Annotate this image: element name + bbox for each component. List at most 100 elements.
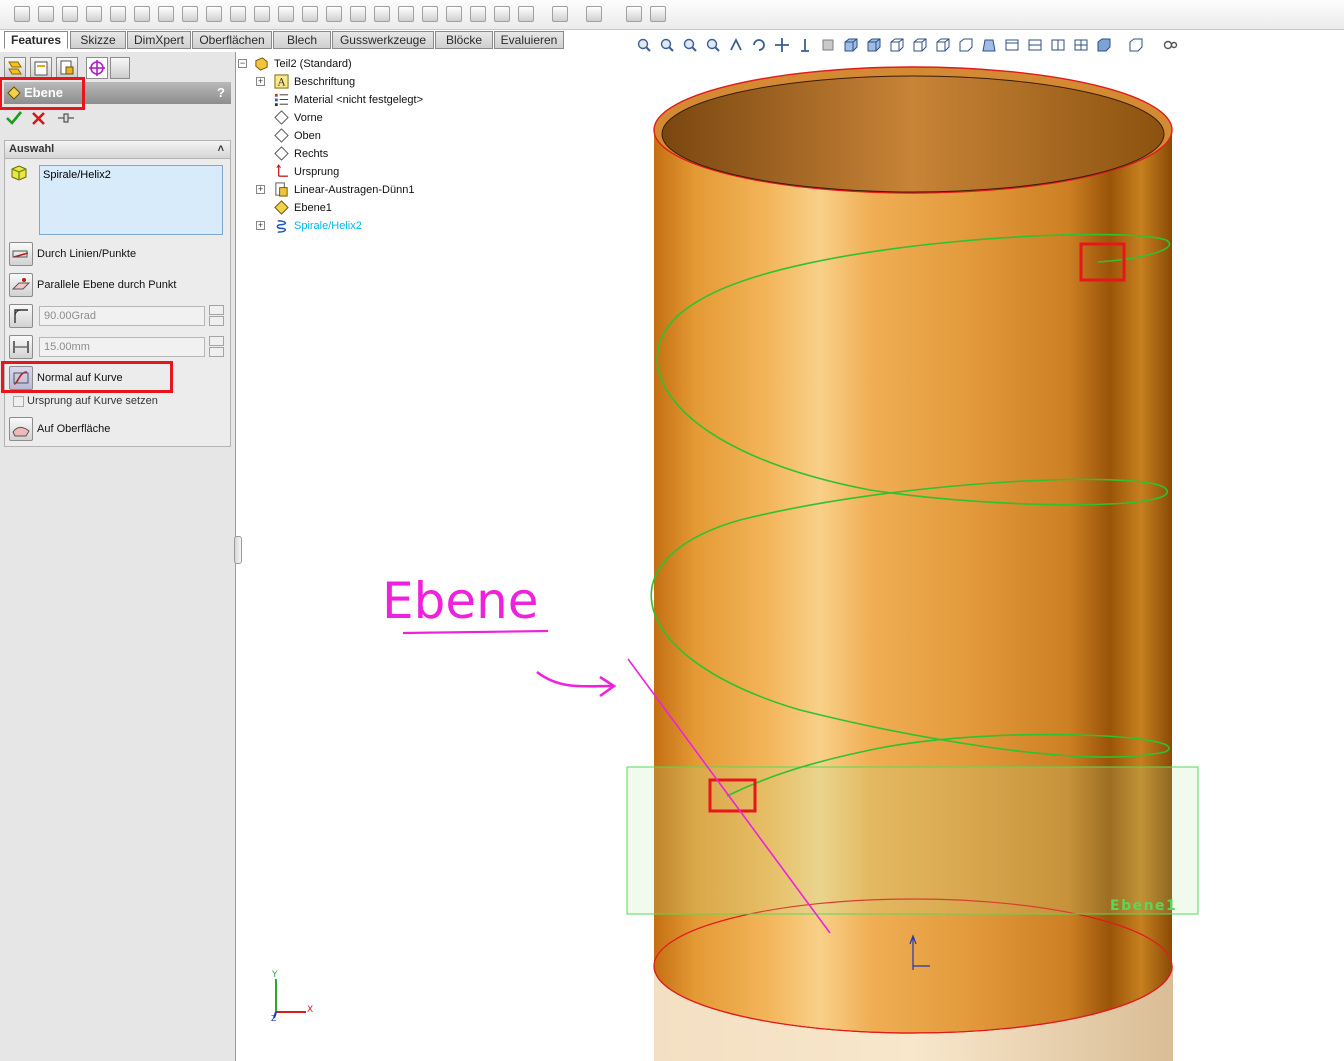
boundary-cut-icon[interactable] xyxy=(254,6,270,22)
property-manager-tab[interactable] xyxy=(30,57,52,79)
tree-item-oben[interactable]: Oben xyxy=(236,127,616,145)
angle-input[interactable]: 90.00Grad xyxy=(39,306,205,326)
two-view-vertical-icon[interactable] xyxy=(1050,37,1066,53)
tab-features[interactable]: Features xyxy=(4,31,68,49)
feature-manager-tab[interactable] xyxy=(4,57,26,79)
boundary-icon[interactable] xyxy=(110,6,126,22)
tab-blech[interactable]: Blech xyxy=(273,31,331,49)
tab-skizze[interactable]: Skizze xyxy=(70,31,126,49)
option-parallel-plane[interactable]: Parallele Ebene durch Punkt xyxy=(9,273,229,299)
tree-item-ursprung[interactable]: Ursprung xyxy=(236,163,616,181)
single-view-icon[interactable] xyxy=(1004,37,1020,53)
tree-item-rechts[interactable]: Rechts xyxy=(236,145,616,163)
tree-item-vorne[interactable]: Vorne xyxy=(236,109,616,127)
two-view-horizontal-icon[interactable] xyxy=(1027,37,1043,53)
tree-item-material[interactable]: Material <nicht festgelegt> xyxy=(236,91,616,109)
rotate-view-icon[interactable] xyxy=(751,37,767,53)
wrap-icon[interactable] xyxy=(470,6,486,22)
tree-item-spirale-helix2[interactable]: + Spirale/Helix2 xyxy=(236,217,616,235)
draft-quality-icon[interactable] xyxy=(958,37,974,53)
instant3d-icon[interactable] xyxy=(626,6,642,22)
intersect-icon[interactable] xyxy=(518,6,534,22)
linear-pattern-icon[interactable] xyxy=(326,6,342,22)
revolve-boss-icon[interactable] xyxy=(38,6,54,22)
cancel-x-icon[interactable] xyxy=(31,111,46,126)
draft-icon[interactable] xyxy=(422,6,438,22)
extrude-cut-icon[interactable] xyxy=(134,6,150,22)
tree-expand[interactable]: + xyxy=(256,77,265,86)
zoom-in-out-icon[interactable] xyxy=(682,37,698,53)
collapse-chevron-icon[interactable]: ˄ xyxy=(218,141,224,158)
tree-root[interactable]: − Teil2 (Standard) xyxy=(236,55,616,73)
distance-input[interactable]: 15.00mm xyxy=(39,337,205,357)
shell-icon[interactable] xyxy=(446,6,462,22)
cylinder-top-opening[interactable] xyxy=(653,66,1173,194)
sweep-icon[interactable] xyxy=(62,6,78,22)
view-orientation-icon[interactable] xyxy=(820,37,836,53)
pan-icon[interactable] xyxy=(774,37,790,53)
distance-spin-down[interactable] xyxy=(209,347,224,357)
configuration-manager-tab[interactable] xyxy=(56,57,78,79)
rib-icon[interactable] xyxy=(398,6,414,22)
angle-spin-down[interactable] xyxy=(209,316,224,326)
tab-bloecke[interactable]: Blöcke xyxy=(435,31,493,49)
tree-item-ebene1[interactable]: Ebene1 xyxy=(236,199,616,217)
perspective-icon[interactable] xyxy=(981,37,997,53)
hole-wizard-icon[interactable] xyxy=(158,6,174,22)
tab-gusswerkzeuge[interactable]: Gusswerkzeuge xyxy=(332,31,434,49)
tree-expand[interactable]: + xyxy=(256,185,265,194)
panel-collapse-handle[interactable] xyxy=(234,536,242,564)
circular-pattern-icon[interactable] xyxy=(350,6,366,22)
angle-button[interactable] xyxy=(9,304,33,328)
angle-spin-up[interactable] xyxy=(209,305,224,315)
pin-icon[interactable] xyxy=(56,110,76,126)
display-style-icon[interactable] xyxy=(1096,37,1112,53)
distance-spin-up[interactable] xyxy=(209,336,224,346)
option-through-lines-points[interactable]: Durch Linien/Punkte xyxy=(9,242,229,268)
hide-show-items-icon[interactable] xyxy=(1128,37,1144,53)
tree-item-beschriftung[interactable]: + A Beschriftung xyxy=(236,73,616,91)
zoom-selection-icon[interactable] xyxy=(705,37,721,53)
zoom-to-fit-icon[interactable] xyxy=(636,37,652,53)
chamfer-icon[interactable] xyxy=(302,6,318,22)
curves-icon[interactable] xyxy=(586,6,602,22)
four-view-icon[interactable] xyxy=(1073,37,1089,53)
through-lines-points-button[interactable] xyxy=(9,242,33,266)
dome-icon[interactable] xyxy=(494,6,510,22)
selection-list-box[interactable]: Spirale/Helix2 xyxy=(39,165,223,235)
tab-oberflaechen[interactable]: Oberflächen xyxy=(192,31,272,49)
tab-dimxpert[interactable]: DimXpert xyxy=(127,31,191,49)
fillet-icon[interactable] xyxy=(278,6,294,22)
option-on-surface[interactable]: Auf Oberfläche xyxy=(9,417,229,443)
option-angle[interactable]: 90.00Grad xyxy=(9,304,229,330)
tree-root-collapse[interactable]: − xyxy=(238,59,247,68)
origin-on-curve-checkbox[interactable] xyxy=(13,396,24,407)
extrude-boss-icon[interactable] xyxy=(14,6,30,22)
swept-cut-icon[interactable] xyxy=(206,6,222,22)
tree-expand[interactable]: + xyxy=(256,221,265,230)
tab-evaluieren[interactable]: Evaluieren xyxy=(494,31,564,49)
mirror-icon[interactable] xyxy=(374,6,390,22)
tree-item-linear-austragen[interactable]: + Linear-Austragen-Dünn1 xyxy=(236,181,616,199)
previous-view-icon[interactable] xyxy=(728,37,744,53)
on-surface-button[interactable] xyxy=(9,417,33,441)
revolve-cut-icon[interactable] xyxy=(182,6,198,22)
pattern-icon[interactable] xyxy=(650,6,666,22)
option-distance[interactable]: 15.00mm xyxy=(9,335,229,361)
plane-ebene1[interactable]: Ebene1 xyxy=(626,766,1199,915)
ok-check-icon[interactable] xyxy=(5,110,23,126)
selected-entity[interactable]: Spirale/Helix2 xyxy=(43,169,111,181)
section-view-icon[interactable] xyxy=(797,37,813,53)
loft-icon[interactable] xyxy=(86,6,102,22)
parallel-plane-button[interactable] xyxy=(9,273,33,297)
reference-geometry-icon[interactable] xyxy=(552,6,568,22)
shaded-icon[interactable] xyxy=(866,37,882,53)
distance-button[interactable] xyxy=(9,335,33,359)
view-settings-icon[interactable] xyxy=(1162,37,1178,53)
option-origin-on-curve[interactable]: Ursprung auf Kurve setzen xyxy=(9,394,229,410)
shaded-with-edges-icon[interactable] xyxy=(843,37,859,53)
zoom-area-icon[interactable] xyxy=(659,37,675,53)
wireframe-icon[interactable] xyxy=(935,37,951,53)
selection-group-header[interactable]: Auswahl ˄ xyxy=(5,141,230,159)
dimxpert-manager-tab[interactable] xyxy=(86,57,108,79)
